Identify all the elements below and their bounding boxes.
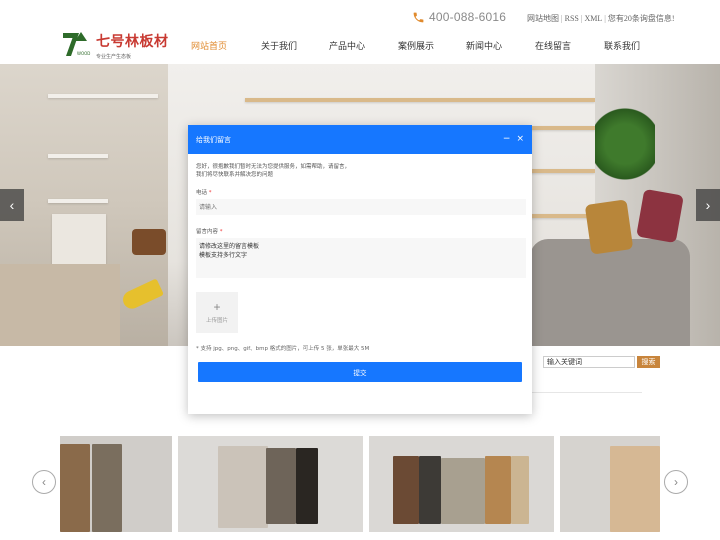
phone-number: 400-088-6016 [429,10,507,24]
product-card[interactable] [560,436,660,532]
search-bar: 搜索 [543,356,660,368]
dialog-title: 给我们留言 [196,135,231,144]
upload-image-button[interactable]: + 上传图片 [196,292,238,333]
nav-home[interactable]: 网站首页 [190,39,228,52]
logo[interactable]: WOOD 七号林板材 专业生产生态板 [62,31,169,60]
dialog-description: 您好，很抱歉我们暂时无法为您提供服务，如需帮助，请留言， 我们将尽快联系并解决您… [196,163,350,179]
carousel-prev-button[interactable]: ‹ [32,470,56,494]
sitemap-link[interactable]: 网站地图 [527,14,559,23]
chevron-right-icon: › [705,197,711,213]
phone-label: 电话 * [196,190,212,196]
message-line: 模板支持多行文字 [199,252,248,259]
nav-message[interactable]: 在线留言 [534,39,572,52]
product-card[interactable] [369,436,554,532]
top-links: 网站地图 | RSS | XML | 您有20条询盘信息! [527,14,675,23]
product-card[interactable] [178,436,363,532]
message-dialog: 给我们留言 − × 您好，很抱歉我们暂时无法为您提供服务，如需帮助，请留言， 我… [188,125,532,414]
nav-news[interactable]: 新闻中心 [465,39,503,52]
main-nav: 网站首页 关于我们 产品中心 案例展示 新闻中心 在线留言 联系我们 [190,39,641,52]
close-icon[interactable]: × [516,135,524,144]
message-label: 留言内容 * [196,229,223,235]
rss-link[interactable]: RSS [565,14,579,23]
carousel-next-button[interactable]: › [664,470,688,494]
inquiry-link[interactable]: 您有20条询盘信息! [608,14,675,23]
chevron-left-icon: ‹ [42,475,46,489]
hotline: 400-088-6016 [412,10,506,24]
description-line: 您好，很抱歉我们暂时无法为您提供服务，如需帮助，请留言， [196,164,351,170]
phone-icon [413,12,424,22]
plus-icon: + [213,300,221,314]
dialog-header: 给我们留言 − × [188,125,532,154]
description-line: 我们将尽快联系并解决您的问题 [196,172,274,178]
upload-hint: * 支持 jpg、png、gif、bmp 格式的图片，可上传 5 张，单张最大 … [196,346,370,352]
xml-link[interactable]: XML [584,14,602,23]
chevron-right-icon: › [674,475,678,489]
nav-cases[interactable]: 案例展示 [397,39,435,52]
logo-subtitle: 专业生产生态板 [96,54,132,60]
search-button[interactable]: 搜索 [637,356,660,368]
phone-field[interactable] [196,199,526,215]
logo-title: 七号林板材 [96,34,169,50]
logo-mark-sub: WOOD [77,51,90,56]
nav-about[interactable]: 关于我们 [260,39,298,52]
product-card[interactable] [60,436,172,532]
page: 400-088-6016 网站地图 | RSS | XML | 您有20条询盘信息! WOO… [0,0,720,540]
chevron-left-icon: ‹ [9,197,15,213]
banner-prev-button[interactable]: ‹ [0,189,24,221]
message-line: 请修改这里的留言模板 [199,243,260,250]
nav-contact[interactable]: 联系我们 [603,39,641,52]
banner-next-button[interactable]: › [696,189,720,221]
search-input[interactable] [543,356,635,368]
upload-label: 上传图片 [205,318,228,324]
message-textarea[interactable]: 请修改这里的留言模板 模板支持多行文字 [196,238,526,278]
top-bar: 400-088-6016 网站地图 | RSS | XML | 您有20条询盘信息! [0,0,720,34]
submit-button[interactable]: 提交 [198,362,522,382]
logo-mark-icon: WOOD [63,32,90,56]
nav-products[interactable]: 产品中心 [328,39,366,52]
minimize-icon[interactable]: − [503,135,511,144]
